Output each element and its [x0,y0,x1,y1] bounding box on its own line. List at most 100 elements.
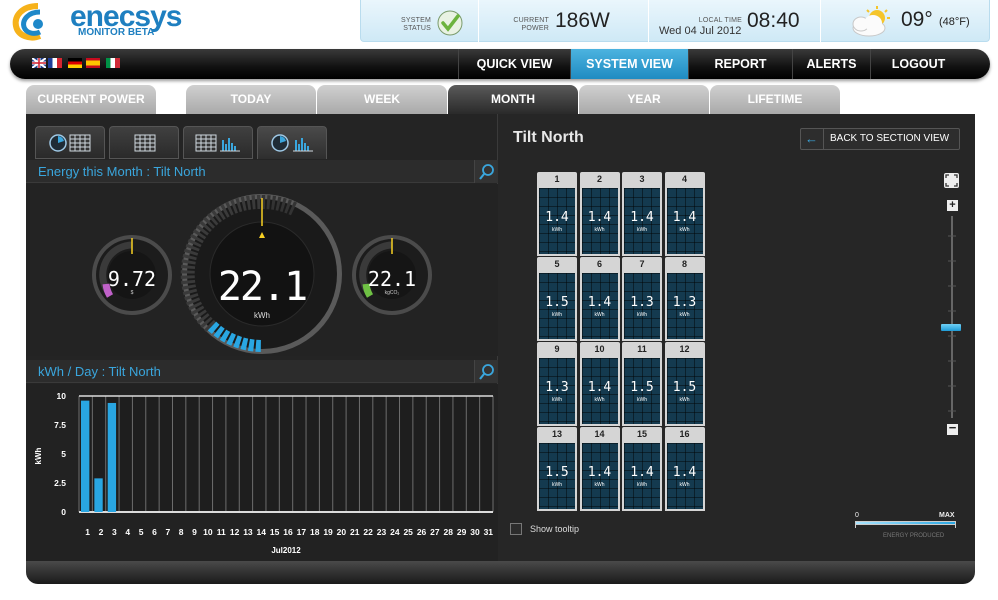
chart-section-header: kWh / Day : Tilt North [26,360,498,383]
panel-energy-unit: kWh [552,312,562,318]
solar-panel[interactable]: 15 1.4 kWh [622,427,662,511]
panel-number: 15 [622,427,662,441]
tab-current-power[interactable]: CURRENT POWER [26,85,156,114]
view-gauge-table-button[interactable] [35,126,105,159]
x-tick-label: 14 [257,527,267,537]
panel-energy-value: 1.5 [672,380,697,395]
panel-body: 1.4 kWh [537,186,577,256]
cost-value: 9.72 [107,267,157,291]
co2-unit: kgCO₂ [384,290,400,296]
panel-cells: 1.4 kWh [666,188,703,254]
solar-panel[interactable]: 6 1.4 kWh [579,257,620,341]
legend-ticks [855,524,956,528]
panel-number: 12 [664,342,705,356]
panel-energy-unit: kWh [679,227,690,233]
footer-bar [26,561,975,584]
view-table-button[interactable] [109,126,179,159]
nav-quick-view[interactable]: QUICK VIEW [458,49,570,79]
y-tick-label: 7.5 [54,420,66,430]
solar-panel[interactable]: 1 1.4 kWh [537,172,577,256]
local-time-label: LOCAL TIME [698,17,742,24]
search-icon[interactable] [474,360,498,383]
panel-cells: 1.4 kWh [581,273,618,339]
flag-it-icon[interactable] [106,58,120,68]
tab-week[interactable]: WEEK [317,85,447,114]
energy-section-header: Energy this Month : Tilt North [26,160,498,183]
local-time-value: 08:40 [747,9,800,32]
back-to-section-button[interactable]: ← BACK TO SECTION VIEW [800,128,960,150]
flag-fr-icon[interactable] [48,58,62,68]
panel-energy-value: 1.4 [587,295,612,310]
solar-panel[interactable]: 16 1.4 kWh [664,427,705,511]
partly-cloudy-icon [852,6,890,37]
fullscreen-icon[interactable] [944,173,959,188]
panel-cells: 1.4 kWh [624,188,660,254]
panel-body: 1.4 kWh [622,186,662,256]
x-tick-label: 21 [350,527,360,537]
panel-energy-value: 1.5 [545,295,569,310]
zoom-out-button[interactable]: − [947,421,958,435]
solar-panel[interactable]: 12 1.5 kWh [664,342,705,426]
zoom-ticks [948,235,956,412]
nav-report[interactable]: REPORT [688,49,792,79]
system-status-label: SYSTEM STATUS [401,17,431,32]
panel-number: 5 [537,257,577,271]
solar-panel[interactable]: 8 1.3 kWh [664,257,705,341]
show-tooltip-label: Show tooltip [530,524,580,534]
tab-year[interactable]: YEAR [579,85,709,114]
panel-body: 1.5 kWh [622,356,662,426]
tab-lifetime[interactable]: LIFETIME [710,85,840,114]
main-nav: QUICK VIEW SYSTEM VIEW REPORT ALERTS LOG… [10,49,990,79]
solar-panel[interactable]: 4 1.4 kWh [664,172,705,256]
local-date: Wed 04 Jul 2012 [659,25,742,37]
view-table-chart-button[interactable] [183,126,253,159]
nav-alerts[interactable]: ALERTS [792,49,870,79]
solar-panel[interactable]: 14 1.4 kWh [579,427,620,511]
solar-panel[interactable]: 7 1.3 kWh [622,257,662,341]
panel-cells: 1.4 kWh [624,443,660,509]
solar-panel[interactable]: 5 1.5 kWh [537,257,577,341]
panel-number: 14 [579,427,620,441]
panel-energy-unit: kWh [552,397,562,403]
panel-body: 1.5 kWh [537,271,577,341]
panel-cells: 1.4 kWh [539,188,575,254]
y-tick-label: 10 [57,391,67,401]
panel-energy-value: 1.5 [545,465,569,480]
show-tooltip-checkbox[interactable] [510,523,522,535]
solar-panel[interactable]: 10 1.4 kWh [579,342,620,426]
zoom-slider-handle[interactable] [941,324,961,332]
search-icon[interactable] [474,160,498,183]
panel-energy-value: 1.4 [587,380,612,395]
x-tick-label: 29 [457,527,467,537]
panel-energy-value: 1.4 [630,210,654,225]
flag-es-icon[interactable] [86,58,100,68]
logo-swirl-icon [12,3,43,41]
nav-logout[interactable]: LOGOUT [870,49,966,79]
weather-cell: 09° (48°F) [821,0,991,42]
solar-panel[interactable]: 13 1.5 kWh [537,427,577,511]
energy-section-title: Energy this Month : Tilt North [38,164,206,179]
panel-energy-value: 1.4 [545,210,569,225]
nav-system-view[interactable]: SYSTEM VIEW [570,49,688,79]
solar-panel[interactable]: 3 1.4 kWh [622,172,662,256]
panel-energy-unit: kWh [679,482,690,488]
solar-panel[interactable]: 11 1.5 kWh [622,342,662,426]
solar-panel[interactable]: 2 1.4 kWh [579,172,620,256]
x-tick-label: 5 [139,527,144,537]
flag-de-icon[interactable] [68,58,82,68]
tab-month[interactable]: MONTH [448,85,578,114]
chart-section-title: kWh / Day : Tilt North [38,364,161,379]
panel-number: 11 [622,342,662,356]
zoom-in-button[interactable]: + [947,200,958,211]
y-tick-label: 2.5 [54,478,66,488]
solar-panel[interactable]: 9 1.3 kWh [537,342,577,426]
flag-uk-icon[interactable] [32,58,46,68]
panel-energy-value: 1.4 [587,465,612,480]
legend-max: MAX [939,512,955,519]
x-axis-label: Jul2012 [271,546,301,555]
x-tick-label: 28 [444,527,454,537]
view-gauge-chart-button[interactable] [257,126,327,159]
panel-energy-value: 1.4 [672,465,697,480]
panel-cells: 1.4 kWh [666,443,703,509]
tab-today[interactable]: TODAY [186,85,316,114]
